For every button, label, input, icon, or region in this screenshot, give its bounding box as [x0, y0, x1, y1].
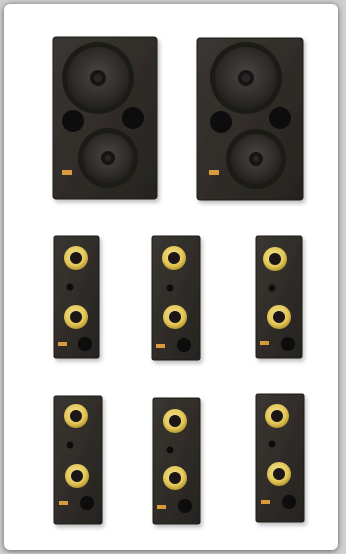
brand-badge-icon: [209, 170, 219, 175]
slim-speaker: [53, 395, 103, 525]
port-left-icon: [62, 110, 84, 132]
slim-speaker: [255, 235, 303, 359]
slim-speaker: [53, 235, 100, 359]
product-card: [4, 4, 338, 550]
port-left-icon: [210, 111, 232, 133]
port-right-icon: [269, 107, 291, 129]
port-right-icon: [122, 107, 144, 129]
large-speaker-left: [52, 36, 158, 200]
brand-badge-icon: [62, 170, 72, 175]
speaker-product-photo: [52, 36, 305, 525]
slim-speaker: [151, 235, 201, 361]
large-speaker-right: [196, 37, 304, 201]
slim-speaker: [255, 393, 305, 523]
slim-speaker: [152, 397, 201, 525]
